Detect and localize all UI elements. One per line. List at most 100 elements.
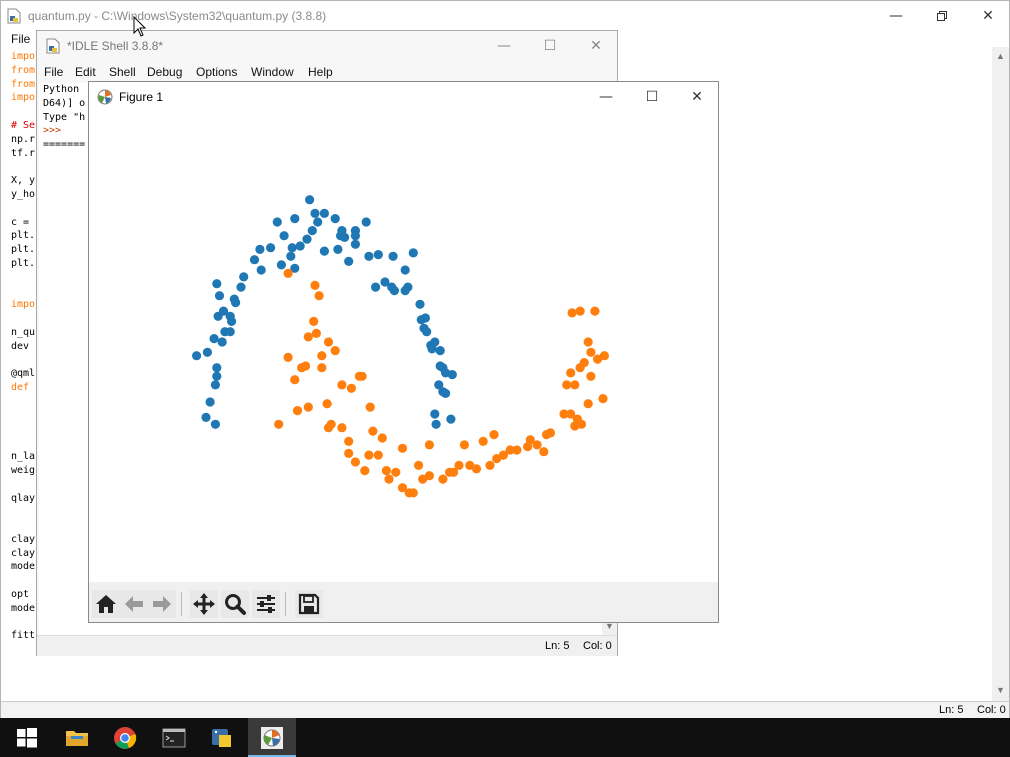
code-line: dev [11, 340, 36, 352]
scatter-point-orange [344, 436, 354, 446]
scatter-point-blue [302, 234, 312, 244]
scatter-point-blue [361, 217, 371, 227]
shell-menu-help[interactable]: Help [308, 65, 333, 79]
editor-close-button[interactable]: ✕ [965, 1, 1010, 31]
home-button[interactable] [92, 590, 120, 618]
scatter-point-orange [586, 347, 596, 357]
scatter-point-orange [309, 316, 319, 326]
scatter-point-blue [210, 419, 220, 429]
shell-status-col: Col: 0 [583, 640, 612, 652]
scatter-point-orange [424, 440, 434, 450]
editor-restore-button[interactable] [919, 1, 965, 31]
editor-status-col: Col: 0 [977, 704, 1006, 716]
code-line: def [11, 382, 36, 394]
code-line: from [11, 64, 36, 76]
shell-titlebar[interactable]: *IDLE Shell 3.8.8* — ☐ ✕ [37, 31, 617, 61]
shell-status-ln: Ln: 5 [545, 640, 570, 652]
code-line: X, y [11, 175, 36, 187]
shell-line: ======= [43, 139, 86, 151]
scatter-point-blue [227, 316, 237, 326]
scatter-point-blue [209, 334, 219, 344]
scatter-point-blue [192, 351, 202, 361]
editor-code-area[interactable]: impo from from impo # Se np.r tf.r X, y y_ho c = … [11, 50, 35, 643]
shell-close-button[interactable]: ✕ [573, 31, 619, 61]
editor-vscrollbar[interactable]: ▲ ▼ [992, 47, 1009, 701]
scatter-point-blue [350, 239, 360, 249]
scatter-point-orange [310, 280, 320, 290]
scatter-point-orange [337, 380, 347, 390]
scatter-point-orange [424, 471, 434, 481]
editor-menu-file[interactable]: File [11, 32, 30, 46]
taskbar-command-prompt[interactable] [150, 718, 198, 757]
scatter-point-orange [570, 421, 580, 431]
figure-titlebar[interactable]: Figure 1 — ☐ ✕ [89, 82, 718, 112]
scroll-down-icon[interactable]: ▼ [996, 685, 1005, 695]
python-file-icon [46, 38, 60, 54]
scatter-point-blue [210, 380, 220, 390]
scatter-point-orange [297, 363, 307, 373]
scroll-up-icon[interactable]: ▲ [996, 51, 1005, 61]
scatter-point-orange [337, 423, 347, 433]
figure-minimize-button[interactable]: — [583, 82, 629, 112]
scatter-point-blue [217, 337, 227, 347]
taskbar-python-idle[interactable] [199, 718, 247, 757]
figure-close-button[interactable]: ✕ [674, 82, 720, 112]
scatter-point-blue [446, 414, 456, 424]
matplotlib-logo-icon [97, 89, 113, 105]
scatter-point-orange [330, 346, 340, 356]
shell-minimize-button[interactable]: — [481, 31, 527, 61]
shell-menu-edit[interactable]: Edit [75, 65, 96, 79]
zoom-button[interactable] [221, 590, 249, 618]
code-line: clay [11, 533, 36, 545]
scatter-point-blue [427, 344, 437, 354]
scatter-point-blue [400, 286, 410, 296]
scatter-point-orange [323, 423, 334, 433]
back-button[interactable] [120, 590, 148, 618]
scatter-point-blue [286, 251, 296, 261]
scatter-point-orange [583, 399, 593, 409]
configure-button[interactable] [252, 590, 280, 618]
terminal-icon [162, 728, 186, 748]
scatter-point-orange [438, 474, 448, 484]
scatter-point-blue [212, 279, 222, 289]
start-button[interactable] [3, 718, 51, 757]
taskbar-matplotlib-figure[interactable] [248, 718, 296, 757]
code-line: n_qu [11, 326, 36, 338]
scatter-point-orange [562, 380, 572, 390]
scatter-point-blue [415, 299, 425, 309]
shell-menu-window[interactable]: Window [251, 65, 294, 79]
scatter-point-blue [205, 397, 215, 407]
shell-menu-options[interactable]: Options [196, 65, 237, 79]
shell-line: Type "h [43, 111, 86, 123]
shell-maximize-button[interactable]: ☐ [527, 31, 573, 61]
scatter-point-orange [360, 466, 370, 476]
scatter-point-orange [384, 474, 394, 484]
pan-button[interactable] [190, 590, 218, 618]
shell-menu-shell[interactable]: Shell [109, 65, 136, 79]
code-line: plt. [11, 244, 36, 256]
code-line: impo [11, 92, 36, 104]
figure-maximize-button[interactable]: ☐ [629, 82, 675, 112]
scatter-plot[interactable] [89, 112, 718, 582]
editor-titlebar[interactable]: quantum.py - C:\Windows\System32\quantum… [1, 1, 1009, 31]
scatter-point-orange [459, 440, 469, 450]
taskbar-file-explorer[interactable] [52, 718, 100, 757]
scatter-point-blue [373, 250, 383, 260]
toolbar-separator [285, 592, 286, 616]
forward-button[interactable] [148, 590, 176, 618]
scatter-point-orange [377, 433, 387, 443]
scatter-point-blue [416, 315, 426, 325]
scatter-point-orange [283, 352, 293, 362]
scatter-point-blue [319, 246, 329, 256]
taskbar-chrome[interactable] [101, 718, 149, 757]
scatter-point-orange [314, 291, 324, 301]
shell-menu-file[interactable]: File [44, 65, 63, 79]
shell-menu-debug[interactable]: Debug [147, 65, 182, 79]
editor-minimize-button[interactable]: — [873, 1, 919, 31]
save-button[interactable] [295, 590, 323, 618]
